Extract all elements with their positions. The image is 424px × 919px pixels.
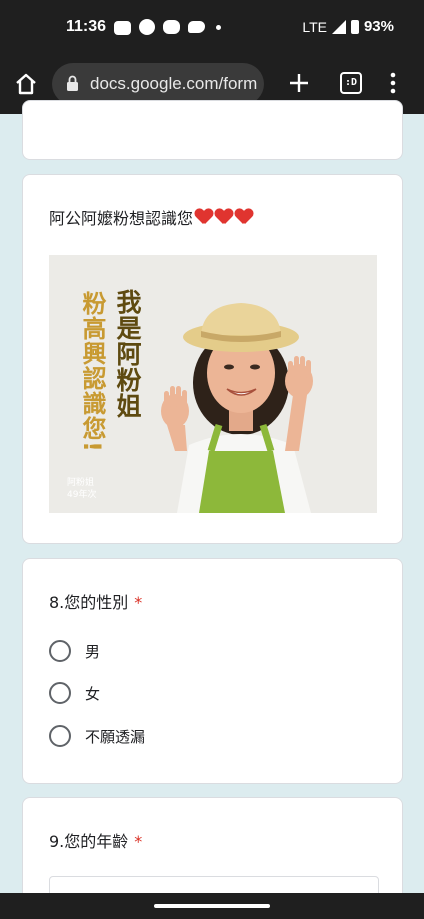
status-right: LTE 93% — [302, 18, 394, 35]
question-8-card: 8.您的性別 * 男 女 不願透漏 — [22, 558, 403, 784]
image-caption: 阿粉姐 49年次 — [67, 478, 97, 500]
section-title: 阿公阿嬤粉想認識您 — [49, 205, 253, 229]
radio-option-male[interactable]: 男 — [49, 639, 100, 663]
heart-icon — [235, 209, 253, 225]
twitter-icon — [188, 19, 205, 35]
section-image: 我是阿粉姐 粉高興認識您! 阿粉姐 49年次 — [49, 255, 377, 513]
notification-icons — [114, 19, 221, 35]
lock-icon — [67, 75, 78, 91]
question-9-title: 9.您的年齡 * — [49, 828, 142, 852]
gesture-handle[interactable] — [154, 904, 270, 908]
hearts-emoji — [195, 209, 253, 225]
battery-icon — [350, 19, 359, 34]
radio-button[interactable] — [49, 725, 71, 747]
question-8-label: 8.您的性別 — [49, 593, 129, 612]
status-time: 11:36 — [66, 18, 107, 35]
image-text-main: 我是阿粉姐 — [113, 289, 142, 419]
home-icon[interactable] — [14, 72, 38, 96]
url-text: docs.google.com/form — [90, 74, 258, 93]
network-type: LTE — [302, 18, 327, 35]
radio-option-female[interactable]: 女 — [49, 681, 100, 705]
option-label: 不願透漏 — [85, 727, 146, 746]
new-tab-icon[interactable] — [288, 72, 310, 94]
heart-icon — [215, 209, 233, 225]
address-bar[interactable]: docs.google.com/form — [52, 63, 264, 105]
more-notifications-dot — [216, 24, 221, 30]
heart-icon — [195, 209, 213, 225]
required-asterisk: * — [134, 832, 143, 851]
image-text-sub: 粉高興認識您! — [78, 291, 106, 453]
section-intro-card: 阿公阿嬤粉想認識您 我是阿粉姐 粉高興認識您! 阿粉姐 49年次 — [22, 174, 403, 544]
more-menu-icon[interactable] — [388, 71, 398, 95]
facebook-icon — [139, 19, 155, 35]
radio-button[interactable] — [49, 682, 71, 704]
section-title-text: 阿公阿嬤粉想認識您 — [49, 209, 194, 228]
line-icon — [163, 20, 180, 34]
battery-level: 93% — [363, 18, 394, 35]
question-9-label: 9.您的年齡 — [49, 832, 129, 851]
previous-question-card — [22, 100, 403, 160]
question-8-title: 8.您的性別 * — [49, 589, 142, 613]
option-label: 女 — [85, 684, 101, 703]
discord-icon — [114, 20, 131, 35]
navigation-bar — [0, 893, 424, 919]
status-bar: 11:36 LTE 93% — [0, 0, 424, 56]
radio-option-prefer-not[interactable]: 不願透漏 — [49, 724, 145, 748]
required-asterisk: * — [134, 593, 143, 612]
tab-switcher-button[interactable]: :D — [340, 72, 362, 94]
radio-button[interactable] — [49, 640, 71, 662]
signal-icon — [331, 19, 346, 34]
option-label: 男 — [85, 642, 101, 661]
